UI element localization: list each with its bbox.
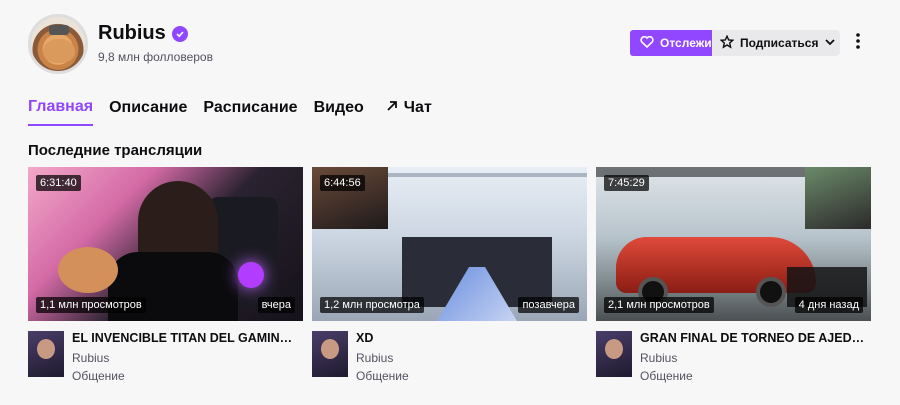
channel-name[interactable]: Rubius [98,22,166,45]
video-category[interactable]: Общение [72,369,300,383]
video-card[interactable]: 6:31:40 1,1 млн просмотров вчера EL INVE… [28,167,303,385]
duration-badge: 6:44:56 [320,175,365,191]
tab-home[interactable]: Главная [28,98,94,126]
category-thumbnail[interactable] [596,331,632,377]
video-channel[interactable]: Rubius [640,351,868,365]
channel-info: Rubius 9,8 млн фолловеров [98,22,213,64]
channel-name-row: Rubius [98,22,188,45]
category-thumbnail[interactable] [312,331,348,377]
video-card[interactable]: 6:44:56 1,2 млн просмотра позавчера XD R… [312,167,587,385]
video-text: GRAN FINAL DE TORNEO DE AJEDREZ DE STREA… [640,331,868,383]
video-thumbnail[interactable]: 7:45:29 2,1 млн просмотров 4 дня назад [596,167,871,321]
channel-avatar[interactable] [28,14,88,74]
video-channel[interactable]: Rubius [72,351,300,365]
channel-header: Rubius 9,8 млн фолловеров Отслеживать По… [28,14,872,74]
follow-button-label: Отслеживать [660,36,712,50]
video-card[interactable]: 7:45:29 2,1 млн просмотров 4 дня назад G… [596,167,871,385]
arrow-up-right-icon [386,99,398,117]
video-meta: EL INVENCIBLE TITAN DEL GAMING VUELVE Ru… [28,329,303,385]
tab-about[interactable]: Описание [109,98,187,126]
video-category[interactable]: Общение [356,369,584,383]
more-options-button[interactable] [850,32,866,54]
verified-check-icon [171,25,188,42]
video-meta: XD Rubius Общение [312,329,587,385]
follower-count: 9,8 млн фолловеров [98,50,213,64]
star-icon [719,33,735,52]
views-badge: 2,1 млн просмотров [604,297,714,313]
duration-badge: 6:31:40 [36,175,81,191]
date-badge: позавчера [518,297,579,313]
video-category[interactable]: Общение [640,369,868,383]
date-badge: вчера [257,297,295,313]
vertical-dots-icon [856,32,860,54]
category-thumbnail[interactable] [28,331,64,377]
video-text: XD Rubius Общение [356,331,584,383]
follow-button[interactable]: Отслеживать [630,30,712,56]
subscribe-button[interactable]: Подписаться [712,30,840,56]
video-thumbnail[interactable]: 6:31:40 1,1 млн просмотров вчера [28,167,303,321]
views-badge: 1,2 млн просмотра [320,297,424,313]
video-title[interactable]: GRAN FINAL DE TORNEO DE AJEDREZ DE STREA… [640,331,868,345]
tab-chat[interactable]: Чат [386,98,432,126]
video-channel[interactable]: Rubius [356,351,584,365]
video-title[interactable]: XD [356,331,584,345]
views-badge: 1,1 млн просмотров [36,297,146,313]
video-list: 6:31:40 1,1 млн просмотров вчера EL INVE… [28,167,871,385]
chevron-down-icon [824,36,836,50]
channel-tabs: Главная Описание Расписание Видео Чат [28,98,432,126]
section-title: Последние трансляции [28,142,203,159]
video-thumbnail[interactable]: 6:44:56 1,2 млн просмотра позавчера [312,167,587,321]
video-text: EL INVENCIBLE TITAN DEL GAMING VUELVE Ru… [72,331,300,383]
video-title[interactable]: EL INVENCIBLE TITAN DEL GAMING VUELVE [72,331,300,345]
date-badge: 4 дня назад [794,297,863,313]
tab-schedule[interactable]: Расписание [203,98,297,126]
tab-chat-label: Чат [403,99,432,116]
heart-icon [640,35,654,51]
video-meta: GRAN FINAL DE TORNEO DE AJEDREZ DE STREA… [596,329,871,385]
tab-videos[interactable]: Видео [314,98,364,126]
duration-badge: 7:45:29 [604,175,649,191]
subscribe-button-label: Подписаться [740,36,819,50]
